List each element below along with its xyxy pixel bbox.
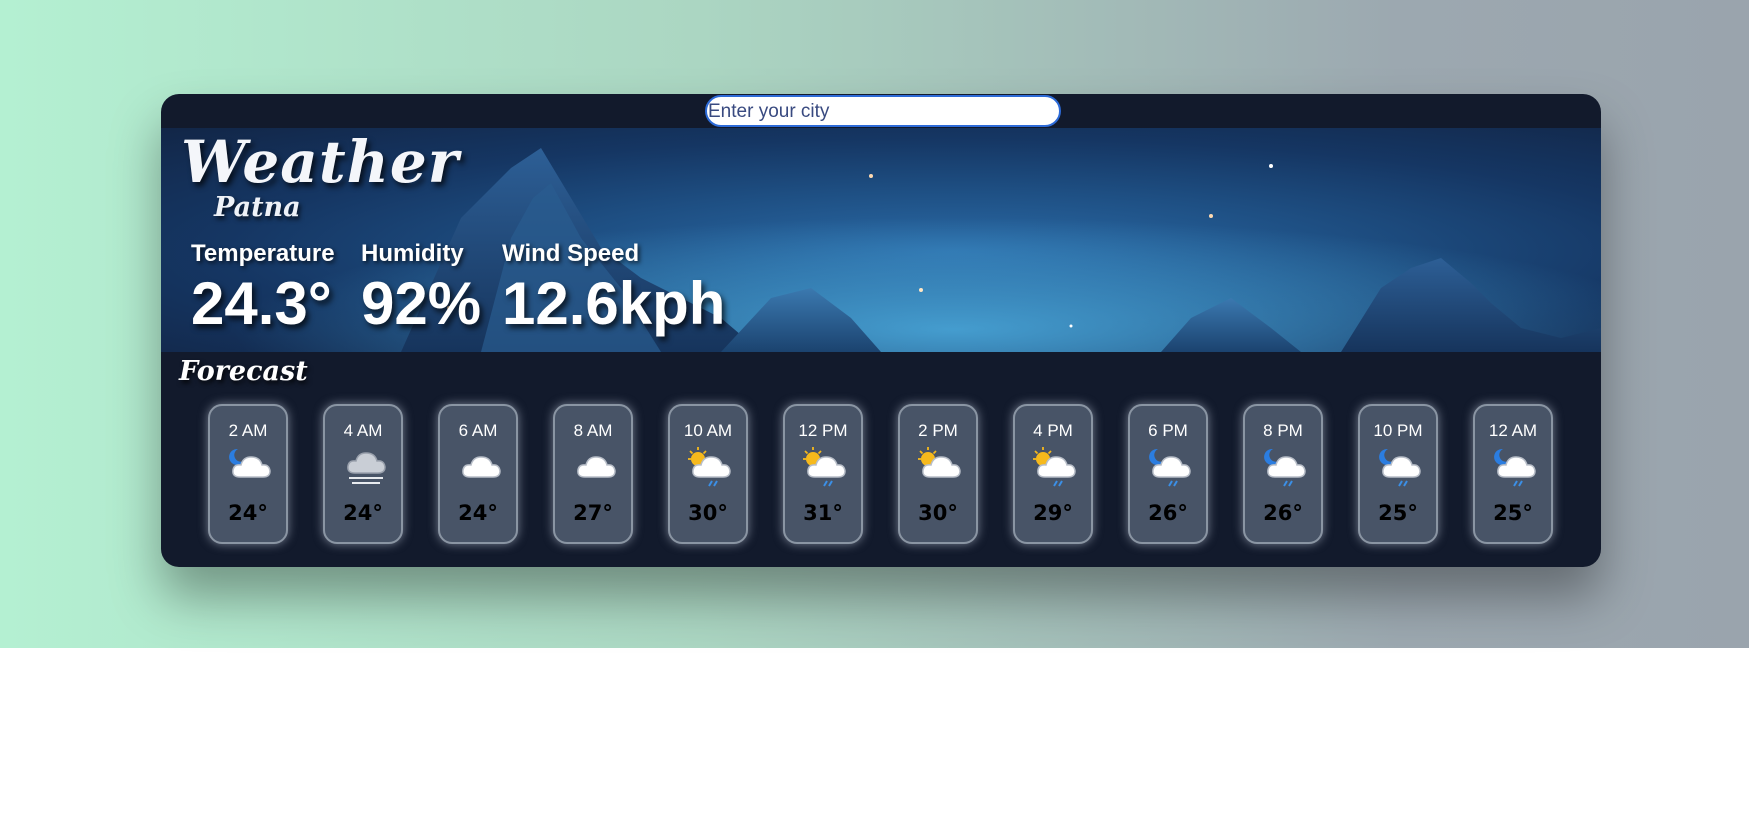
sun-rain-cloud-icon	[1033, 447, 1076, 487]
forecast-title: Forecast	[179, 356, 308, 387]
forecast-hour-temp: 31°	[803, 501, 843, 525]
forecast-hour-temp: 24°	[458, 501, 498, 525]
night-rain-cloud-icon	[1149, 448, 1191, 487]
forecast-hour-time: 4 PM	[1033, 421, 1073, 440]
humidity-value: 92%	[361, 270, 482, 337]
forecast-hour-card: 8 AM 27°	[553, 404, 633, 544]
wind-value: 12.6kph	[502, 270, 726, 337]
night-rain-cloud-icon	[1494, 448, 1536, 487]
sun-cloud-icon	[918, 447, 961, 478]
night-rain-cloud-icon	[1379, 448, 1421, 487]
forecast-hour-temp: 25°	[1378, 501, 1418, 525]
weather-hero: Weather Patna Temperature 24.3° Humidity…	[161, 128, 1601, 352]
forecast-hour-time: 6 AM	[458, 421, 498, 440]
wind-label: Wind Speed	[502, 240, 640, 267]
fog-cloud-icon	[347, 452, 386, 484]
forecast-hour-card: 6 PM 26°	[1128, 404, 1208, 544]
sun-rain-cloud-icon	[688, 447, 731, 487]
forecast-hour-temp: 24°	[228, 501, 268, 525]
humidity-stat: Humidity 92%	[361, 240, 481, 338]
forecast-hour-card: 2 PM 30°	[898, 404, 978, 544]
temperature-stat: Temperature 24.3°	[191, 240, 335, 338]
forecast-hour-card: 12 AM 25°	[1473, 404, 1553, 544]
cloud-icon	[462, 456, 501, 478]
night-cloudy-icon	[229, 448, 271, 478]
forecast-hour-temp: 26°	[1263, 501, 1303, 525]
city-search-input[interactable]	[705, 95, 1061, 127]
forecast-hour-card: 4 AM 24°	[323, 404, 403, 544]
forecast-hour-card: 6 AM 24°	[438, 404, 518, 544]
forecast-hour-time: 2 AM	[228, 421, 268, 440]
forecast-hour-card: 10 PM 25°	[1358, 404, 1438, 544]
forecast-hour-card: 12 PM 31°	[783, 404, 863, 544]
forecast-hour-time: 2 PM	[918, 421, 958, 440]
forecast-hour-time: 6 PM	[1148, 421, 1188, 440]
temperature-label: Temperature	[191, 240, 335, 267]
forecast-hour-card: 8 PM 26°	[1243, 404, 1323, 544]
temperature-value: 24.3°	[191, 270, 332, 337]
forecast-hour-card: 4 PM 29°	[1013, 404, 1093, 544]
forecast-hour-time: 4 AM	[343, 421, 383, 440]
humidity-label: Humidity	[361, 240, 464, 267]
forecast-hour-temp: 29°	[1033, 501, 1073, 525]
forecast-hour-time: 8 AM	[573, 421, 613, 440]
forecast-hour-temp: 25°	[1493, 501, 1533, 525]
app-title: Weather	[181, 128, 460, 196]
forecast-hour-card: 2 AM 24°	[208, 404, 288, 544]
forecast-hour-temp: 24°	[343, 501, 383, 525]
cloud-icon	[577, 456, 616, 478]
forecast-hour-temp: 27°	[573, 501, 613, 525]
forecast-hour-time: 10 AM	[683, 421, 733, 440]
night-rain-cloud-icon	[1264, 448, 1306, 487]
forecast-hour-time: 12 PM	[798, 421, 848, 440]
forecast-hour-time: 10 PM	[1373, 421, 1423, 440]
weather-card: Weather Patna Temperature 24.3° Humidity…	[161, 94, 1601, 567]
sun-rain-cloud-icon	[803, 447, 846, 487]
city-name: Patna	[214, 192, 301, 223]
forecast-hour-temp: 30°	[918, 501, 958, 525]
forecast-hour-time: 8 PM	[1263, 421, 1303, 440]
forecast-hour-temp: 30°	[688, 501, 728, 525]
forecast-hour-temp: 26°	[1148, 501, 1188, 525]
forecast-hour-time: 12 AM	[1488, 421, 1538, 440]
hourly-forecast-list: 2 AM 24° 4 AM 24° 6 AM 24° 8 AM 27° 10 AM 30° 12 P…	[208, 404, 1568, 554]
wind-stat: Wind Speed 12.6kph	[502, 240, 725, 338]
forecast-hour-card: 10 AM 30°	[668, 404, 748, 544]
